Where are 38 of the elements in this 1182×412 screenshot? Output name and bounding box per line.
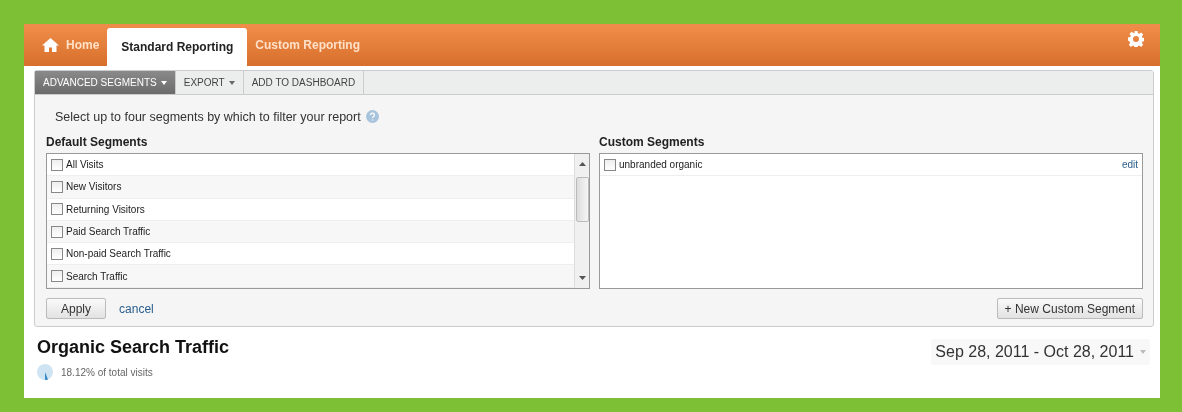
section-title: Default Segments <box>46 135 149 149</box>
checkbox[interactable] <box>51 225 63 238</box>
checkbox[interactable] <box>51 247 63 260</box>
segment-label: Non-paid Search Traffic <box>66 248 172 260</box>
nav-tab[interactable]: Standard Reporting <box>107 28 248 66</box>
instruction-text: Select up to four segments by which to filter your report <box>55 109 361 124</box>
edit-link[interactable]: edit <box>1121 159 1138 171</box>
segment-label: All Visits <box>66 159 105 171</box>
share-text: 18.12% of total visits <box>61 366 153 378</box>
checkbox[interactable] <box>604 158 616 171</box>
segment-label: New Visitors <box>66 181 123 193</box>
caret-icon <box>1140 350 1146 354</box>
cancel-link[interactable]: cancel <box>119 301 154 316</box>
toolbar-button[interactable]: ADD TO DASHBOARD <box>243 71 365 94</box>
new-segment-button[interactable]: + New Custom Segment <box>996 298 1143 319</box>
caret-icon <box>228 80 235 85</box>
segment-label: Paid Search Traffic <box>66 226 152 238</box>
pie-icon <box>37 364 53 380</box>
checkbox[interactable] <box>51 203 63 216</box>
apply-button[interactable]: Apply <box>46 298 107 319</box>
report-title: Organic Search Traffic <box>37 337 230 358</box>
settings-icon[interactable] <box>1128 31 1144 47</box>
segment-label: Search Traffic <box>66 270 129 282</box>
segment-label: Returning Visitors <box>66 203 146 215</box>
toolbar-button[interactable]: ADVANCED SEGMENTS <box>35 71 176 94</box>
toolbar-button[interactable]: EXPORT <box>175 71 244 94</box>
checkbox[interactable] <box>51 180 63 193</box>
home-icon <box>42 38 59 52</box>
date-range-picker[interactable]: Sep 28, 2011 - Oct 28, 2011 <box>931 339 1150 365</box>
scrollbar[interactable] <box>574 154 589 288</box>
scroll-up-icon[interactable] <box>578 162 586 166</box>
scroll-thumb[interactable] <box>575 177 589 222</box>
segment-label: unbranded organic <box>619 159 704 171</box>
section-title: Custom Segments <box>599 135 706 149</box>
checkbox[interactable] <box>51 158 63 171</box>
caret-icon <box>160 80 167 85</box>
checkbox[interactable] <box>51 270 63 283</box>
scroll-down-icon[interactable] <box>578 276 586 280</box>
